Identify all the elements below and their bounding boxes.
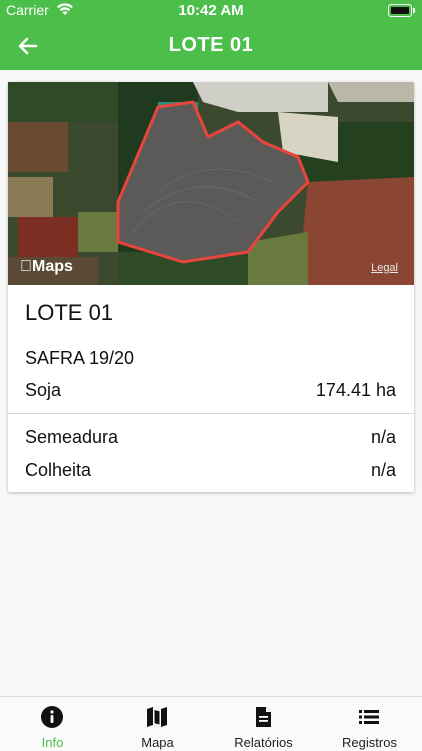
map-image: [8, 82, 414, 285]
crop-label: Soja: [25, 380, 62, 400]
lot-name: LOTE 01: [25, 300, 114, 325]
harvest-value: n/a: [370, 460, 396, 480]
apple-icon: : [20, 258, 32, 275]
sowing-value: n/a: [370, 427, 396, 447]
status-bar: Carrier 10:42 AM: [0, 0, 422, 22]
harvest-label: Colheita: [25, 460, 92, 480]
maps-logo: Maps: [20, 258, 73, 276]
navigation-bar: LOTE 01: [0, 22, 422, 70]
tab-label: Relatórios: [234, 735, 293, 750]
tab-label: Registros: [342, 735, 397, 750]
info-icon: [41, 706, 63, 728]
satellite-map[interactable]: Maps Legal: [8, 82, 414, 285]
lot-card: Maps Legal LOTE 01 SAFRA 19/20 Soja 174…: [8, 82, 414, 492]
battery-icon: [388, 4, 415, 17]
legal-link[interactable]: Legal: [371, 262, 398, 274]
document-icon: [256, 707, 271, 727]
list-icon: [359, 710, 379, 724]
clock: 10:42 AM: [178, 2, 244, 19]
area-value: 174.41 ha: [315, 380, 396, 400]
tab-label: Mapa: [141, 735, 174, 750]
sowing-label: Semeadura: [25, 427, 119, 447]
tab-mapa[interactable]: Mapa: [105, 697, 210, 751]
tab-registros[interactable]: Registros: [317, 697, 422, 751]
tab-relatorios[interactable]: Relatórios: [211, 697, 316, 751]
maps-logo-text: Maps: [20, 258, 73, 275]
tab-bar: Info Mapa Relatórios Registros: [0, 696, 422, 751]
map-icon: [147, 707, 167, 727]
tab-label: Info: [41, 735, 64, 750]
page-title: LOTE 01: [168, 34, 254, 56]
divider: [8, 413, 414, 414]
tab-info[interactable]: Info: [0, 697, 105, 751]
season-label: SAFRA 19/20: [25, 348, 135, 368]
